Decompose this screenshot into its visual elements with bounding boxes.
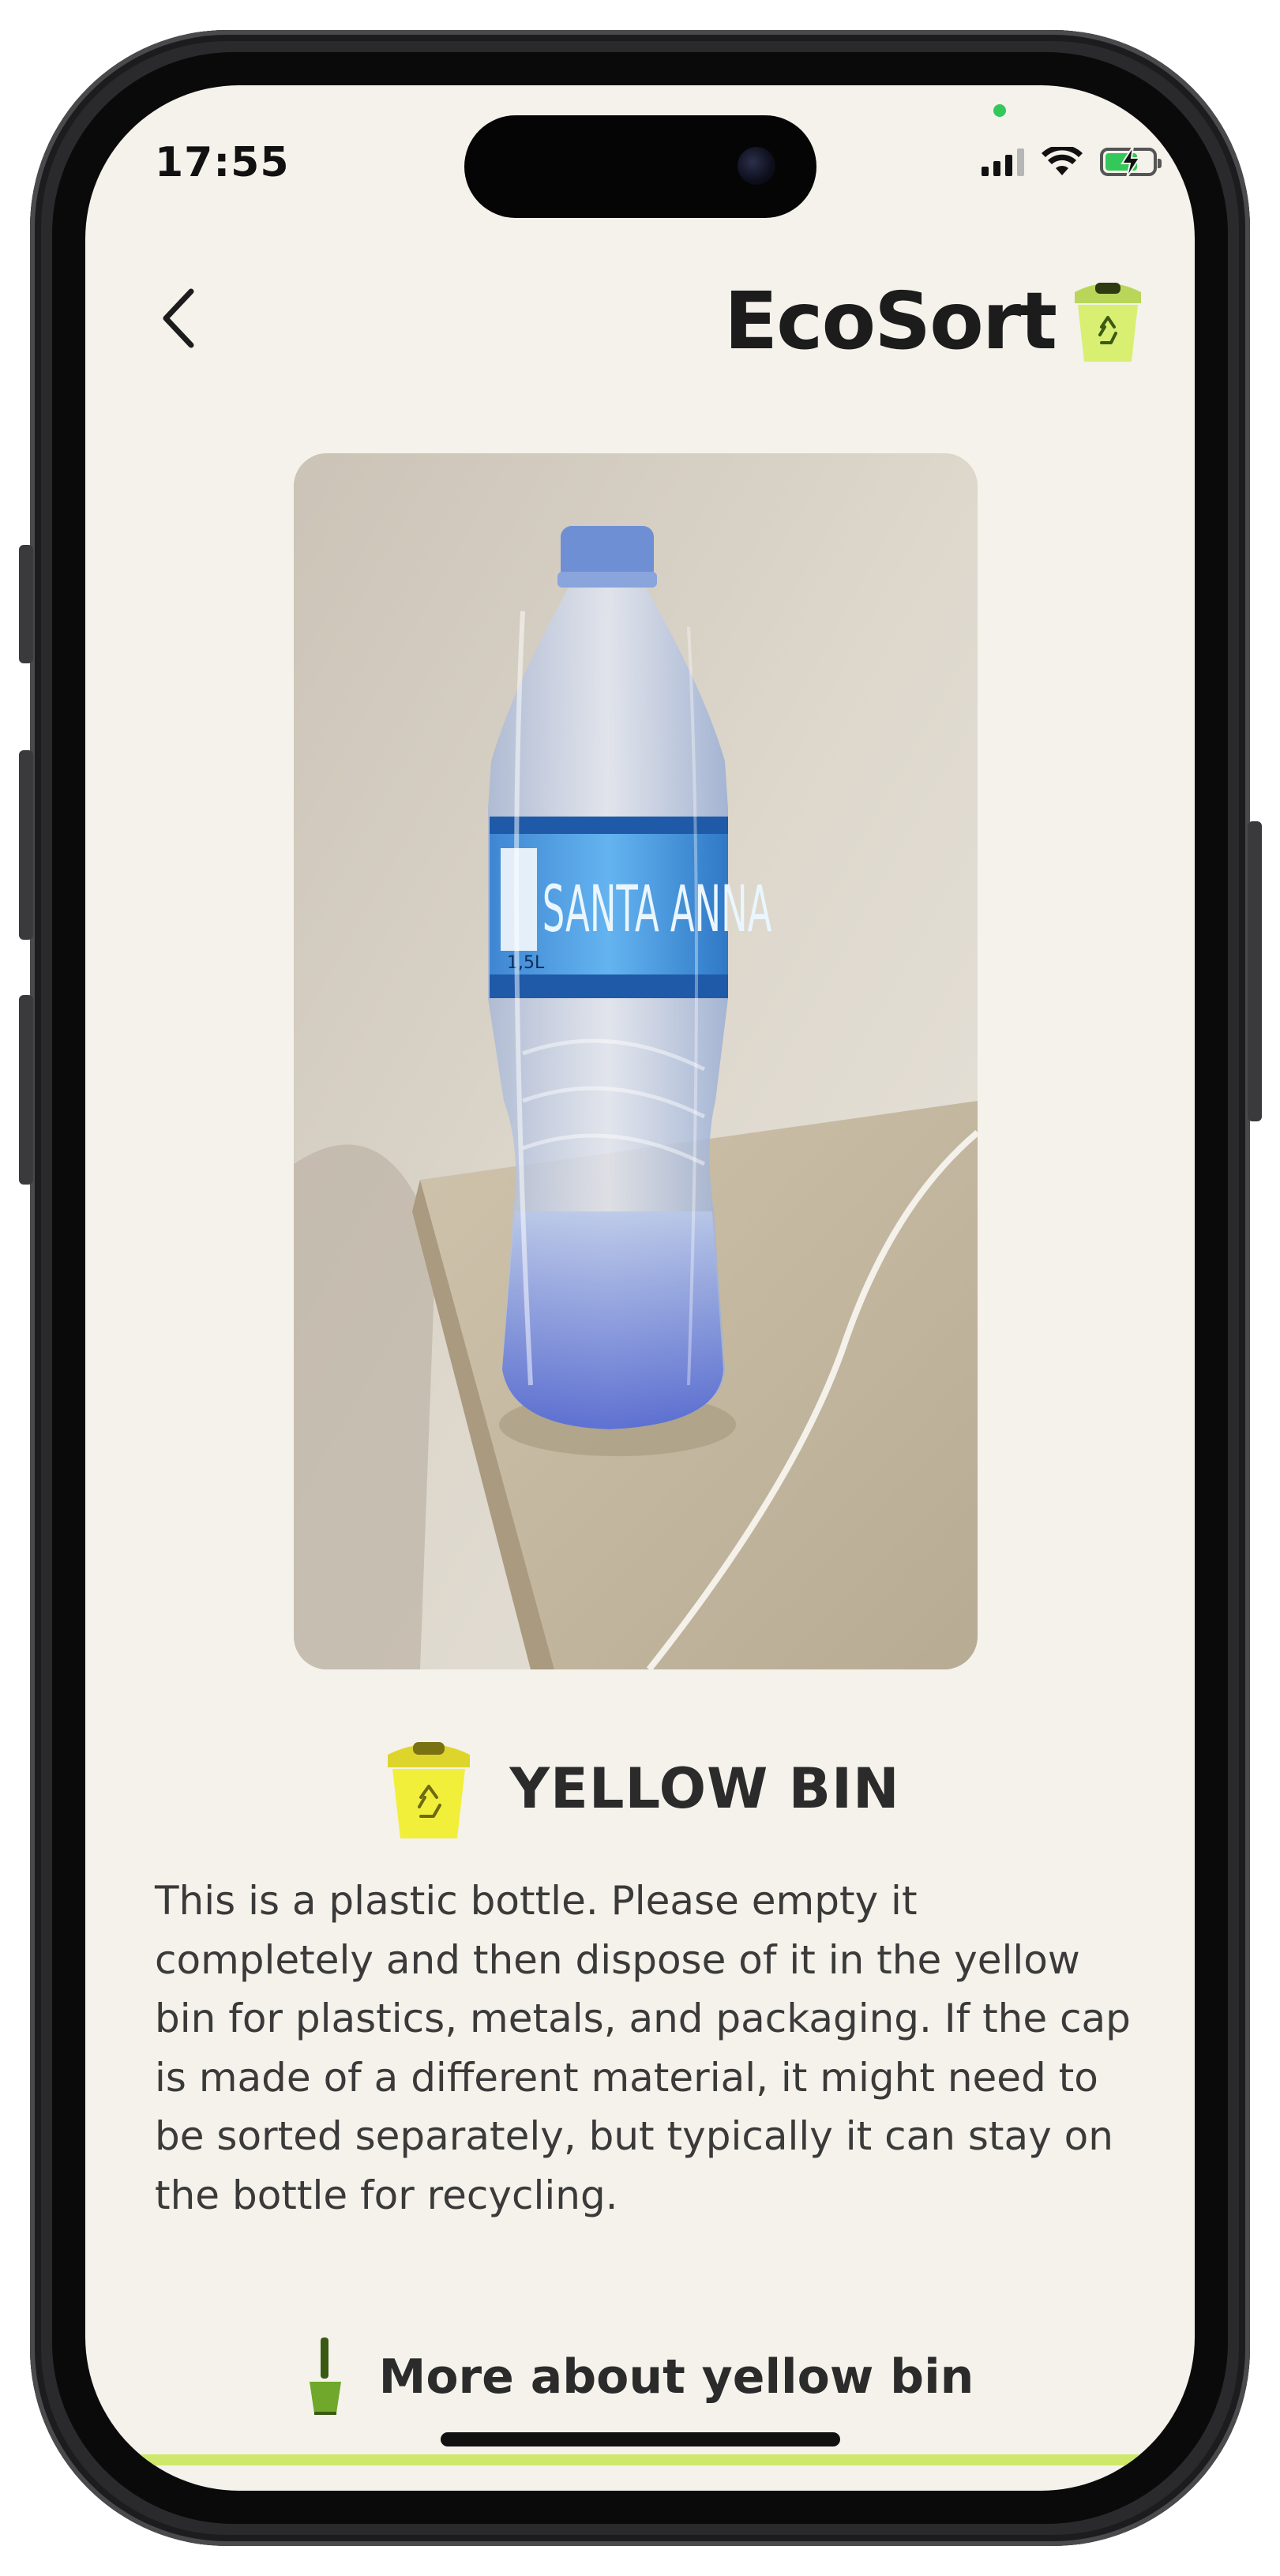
disposal-description: This is a plastic bottle. Please empty i… [155, 1878, 1131, 2218]
bottle-brand-text: SANTA ANNA [542, 871, 772, 946]
screen: 17:55 EcoSort SANTA ANNA 1,5L YELLOW BIN… [85, 85, 1195, 2491]
wifi-icon [1042, 147, 1083, 175]
bin-heading: YELLOW BIN [85, 1736, 1195, 1842]
light-bulb-icon [309, 2338, 341, 2415]
cellular-signal-icon [982, 148, 1024, 176]
bottom-accent-bar [85, 2454, 1195, 2465]
chevron-left-icon [163, 288, 194, 348]
battery-icon [1100, 146, 1162, 178]
brand: EcoSort [724, 275, 1149, 367]
yellow-bin-icon [388, 1742, 471, 1838]
home-indicator[interactable] [441, 2432, 840, 2446]
volume-down-button [19, 995, 33, 1185]
power-button [1248, 821, 1262, 1121]
volume-up-button [19, 750, 33, 940]
status-time: 17:55 [155, 139, 290, 186]
brand-name: EcoSort [723, 275, 1057, 367]
back-button[interactable] [142, 275, 213, 362]
front-camera-icon [738, 147, 775, 185]
bottle-size-text: 1,5L [507, 953, 545, 973]
item-photo: SANTA ANNA 1,5L [294, 453, 978, 1669]
status-indicators [982, 146, 1162, 178]
more-link-label: More about yellow bin [378, 2349, 974, 2405]
more-about-bin-link[interactable]: More about yellow bin [85, 2338, 1195, 2416]
action-button [19, 545, 33, 663]
bin-title: YELLOW BIN [509, 1756, 900, 1821]
recycle-bin-icon [1075, 282, 1141, 362]
dynamic-island [464, 115, 816, 218]
camera-in-use-indicator [993, 104, 1006, 117]
